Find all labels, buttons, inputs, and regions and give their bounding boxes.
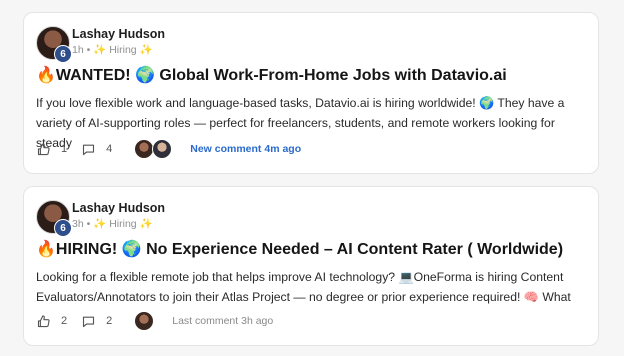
- post-title[interactable]: 🔥WANTED! 🌍 Global Work-From-Home Jobs wi…: [36, 65, 507, 85]
- post-meta: 1h • ✨ Hiring ✨: [72, 43, 153, 56]
- commenter-avatars: [134, 311, 155, 331]
- last-comment-link[interactable]: Last comment 3h ago: [172, 315, 273, 327]
- like-button[interactable]: 2: [36, 314, 67, 329]
- commenter-avatars: [134, 139, 173, 159]
- commenter-avatar[interactable]: [152, 139, 173, 159]
- post-card[interactable]: 6 Lashay Hudson 1h • ✨ Hiring ✨ 🔥WANTED!…: [23, 12, 599, 174]
- comment-button[interactable]: 2: [81, 314, 112, 329]
- post-actions: 1 4 New comment 4m ago: [36, 139, 301, 159]
- author-name[interactable]: Lashay Hudson: [72, 27, 165, 41]
- level-badge: 6: [54, 45, 72, 63]
- post-category[interactable]: ✨ Hiring ✨: [93, 218, 152, 230]
- comment-count: 2: [106, 315, 113, 327]
- author-avatar[interactable]: 6: [36, 200, 72, 237]
- thumbs-up-icon: [37, 142, 50, 155]
- author-name[interactable]: Lashay Hudson: [72, 201, 165, 215]
- post-excerpt[interactable]: Looking for a flexible remote job that h…: [36, 267, 588, 307]
- post-time: 3h: [72, 218, 84, 230]
- author-avatar[interactable]: 6: [36, 26, 72, 63]
- meta-separator: •: [86, 44, 91, 56]
- post-meta: 3h • ✨ Hiring ✨: [72, 217, 153, 230]
- post-category[interactable]: ✨ Hiring ✨: [93, 44, 152, 56]
- post-card[interactable]: 6 Lashay Hudson 3h • ✨ Hiring ✨ 🔥HIRING!…: [23, 186, 599, 346]
- commenter-avatar[interactable]: [134, 311, 155, 331]
- post-feed: 6 Lashay Hudson 1h • ✨ Hiring ✨ 🔥WANTED!…: [0, 0, 624, 356]
- level-badge: 6: [54, 219, 72, 237]
- post-time: 1h: [72, 44, 84, 56]
- comment-icon: [83, 316, 95, 327]
- like-button[interactable]: 1: [36, 142, 67, 157]
- post-actions: 2 2 Last comment 3h ago: [36, 311, 273, 331]
- like-count: 2: [61, 315, 68, 327]
- commenter-avatar[interactable]: [134, 139, 155, 159]
- meta-separator: •: [86, 218, 91, 230]
- like-count: 1: [61, 143, 68, 155]
- new-comment-link[interactable]: New comment 4m ago: [190, 143, 301, 155]
- comment-icon: [83, 144, 95, 155]
- thumbs-up-icon: [37, 314, 50, 327]
- comment-button[interactable]: 4: [81, 142, 112, 157]
- comment-count: 4: [106, 143, 113, 155]
- post-title[interactable]: 🔥HIRING! 🌍 No Experience Needed – AI Con…: [36, 239, 563, 259]
